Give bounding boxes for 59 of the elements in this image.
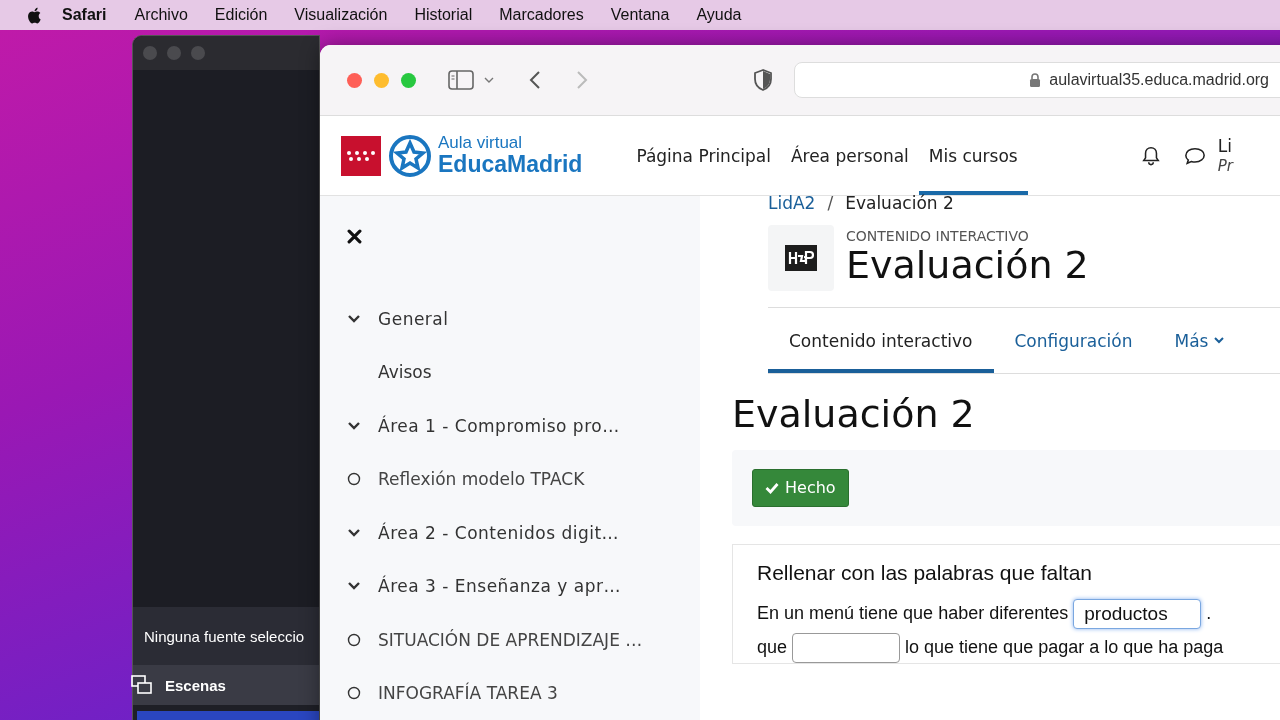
close-button[interactable] xyxy=(347,72,362,88)
section-link[interactable]: Área 1 - Compromiso pro… xyxy=(378,415,620,436)
course-index-link[interactable]: Avisos xyxy=(378,362,432,383)
h5p-icon xyxy=(785,245,817,271)
sentence-text: . xyxy=(1206,603,1212,625)
sidebar-icon[interactable] xyxy=(448,70,474,90)
shield-icon[interactable] xyxy=(754,69,772,91)
chat-icon[interactable] xyxy=(1183,145,1206,166)
panel-title: Escenas xyxy=(165,676,226,694)
sentence-text: En un menú tiene que haber diferentes xyxy=(757,603,1069,625)
chevron-icon[interactable] xyxy=(347,581,361,592)
chevron-down-icon[interactable] xyxy=(484,77,494,83)
tab[interactable]: Más xyxy=(1153,308,1246,373)
user-role: Pr xyxy=(1217,156,1233,175)
flag-logo[interactable] xyxy=(341,135,381,176)
course-index-link[interactable]: Reflexión modelo TPACK xyxy=(378,469,585,490)
close-icon[interactable] xyxy=(347,229,362,244)
chevron-icon[interactable] xyxy=(347,527,361,538)
star-logo-icon[interactable] xyxy=(388,133,432,178)
address-bar[interactable]: aulavirtual35.educa.madrid.org xyxy=(794,62,1280,98)
sentence-text: lo que tiene que pagar a lo que ha paga xyxy=(905,637,1224,659)
menu-item[interactable]: Marcadores xyxy=(499,6,584,24)
menu-item[interactable]: Safari xyxy=(62,6,107,24)
nav-link[interactable]: Área personal xyxy=(780,116,919,195)
exercise-title: Rellenar con las palabras que faltan xyxy=(757,560,1094,585)
course-index-link[interactable]: SITUACIÓN DE APRENDIZAJE … xyxy=(378,629,643,650)
menu-item[interactable]: Edición xyxy=(214,6,268,24)
menu-item[interactable]: Historial xyxy=(414,6,473,24)
lock-icon xyxy=(1029,72,1042,88)
user-name[interactable]: Li xyxy=(1217,136,1233,157)
status-text: Ninguna fuente seleccio xyxy=(144,627,305,645)
sentence-text: que xyxy=(757,637,788,659)
apple-icon[interactable] xyxy=(27,5,44,25)
menu-item[interactable]: Ventana xyxy=(610,6,670,24)
breadcrumb-current: Evaluación 2 xyxy=(845,193,954,213)
page-title: Evaluación 2 xyxy=(732,394,976,436)
chevron-icon[interactable] xyxy=(347,313,361,324)
back-icon[interactable] xyxy=(529,70,541,90)
breadcrumb-link[interactable]: LidA2 xyxy=(768,193,816,213)
logo-subtitle: Aula virtual xyxy=(438,133,524,153)
course-index-link[interactable]: INFOGRAFÍA TAREA 3 xyxy=(378,683,558,704)
section-link[interactable]: General xyxy=(378,308,449,329)
menu-item[interactable]: Visualización xyxy=(294,6,388,24)
breadcrumb-separator: / xyxy=(827,193,834,213)
answer-box[interactable]: productos xyxy=(1073,598,1202,629)
section-link[interactable]: Área 2 - Contenidos digit… xyxy=(378,522,620,543)
logo-title: EducaMadrid xyxy=(438,152,583,178)
activity-title: Evaluación 2 xyxy=(846,244,1089,288)
menu-item[interactable]: Archivo xyxy=(134,6,188,24)
tab[interactable]: Contenido interactivo xyxy=(768,308,994,373)
nav-link[interactable]: Página Principal xyxy=(626,116,781,195)
done-button[interactable]: Hecho xyxy=(752,468,849,507)
answer-box[interactable] xyxy=(792,632,901,663)
tab[interactable]: Configuración xyxy=(993,308,1154,373)
activity-type: CONTENIDO INTERACTIVO xyxy=(846,228,1030,245)
chevron-icon[interactable] xyxy=(347,420,361,431)
check-icon xyxy=(765,481,779,494)
section-link[interactable]: Área 3 - Enseñanza y apr… xyxy=(378,576,621,597)
menu-item[interactable]: Ayuda xyxy=(696,6,742,24)
